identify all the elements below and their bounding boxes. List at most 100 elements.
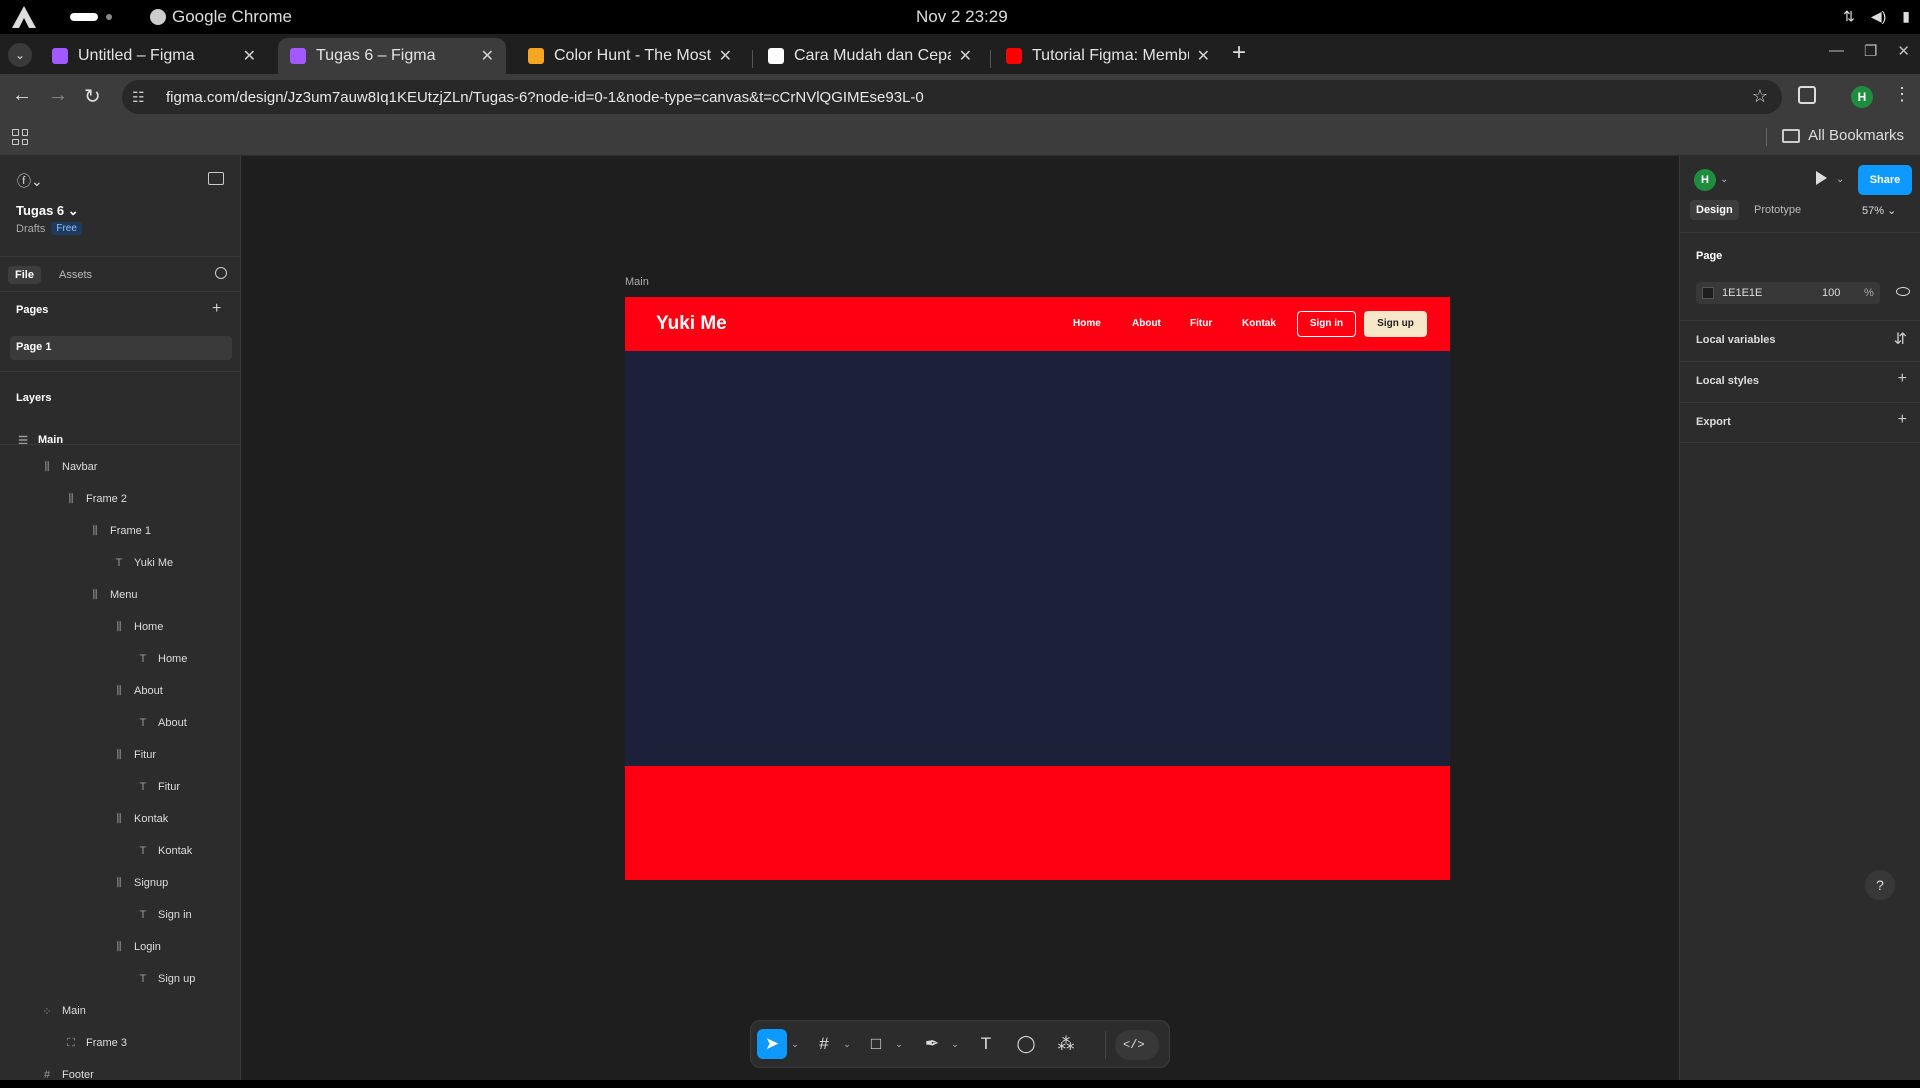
canvas[interactable]: Main Yuki Me Home About Fitur Kontak Sig… (242, 156, 1679, 1080)
move-tool-icon[interactable]: ➤ (757, 1029, 787, 1059)
url-text[interactable]: figma.com/design/Jz3um7auw8Iq1KEUtzjZLn/… (166, 89, 924, 106)
chevron-down-icon[interactable]: ⌄ (789, 1029, 801, 1059)
browser-tab[interactable]: Cara Mudah dan Cepat M ✕ (756, 38, 984, 74)
chevron-down-icon[interactable]: ⌄ (1720, 174, 1728, 185)
chevron-down-icon[interactable]: ⌄ (1836, 174, 1844, 185)
chevron-down-icon[interactable]: ⌄ (949, 1029, 961, 1059)
browser-tab[interactable]: Untitled – Figma ✕ (40, 38, 268, 74)
close-window-icon[interactable]: ✕ (1897, 42, 1910, 60)
layer-row[interactable]: T Sign up (136, 966, 196, 992)
forward-arrow-icon[interactable]: → (48, 84, 68, 107)
volume-icon[interactable]: ◀) (1871, 8, 1886, 25)
new-tab-plus-icon[interactable]: + (1232, 39, 1246, 67)
workspace-indicator[interactable] (70, 13, 98, 21)
layer-row[interactable]: ⛶ Frame 3 (64, 1030, 127, 1056)
user-avatar[interactable]: H (1694, 169, 1716, 191)
browser-tab[interactable]: Tutorial Figma: Membuat ✕ (994, 38, 1222, 74)
browser-tab[interactable]: Color Hunt - The Most Po ✕ (516, 38, 744, 74)
pen-tool-icon[interactable]: ✒ (917, 1029, 947, 1059)
page-item[interactable]: Page 1 (10, 336, 232, 360)
add-style-plus-icon[interactable]: + (1898, 370, 1907, 388)
layer-row[interactable]: T Home (136, 646, 188, 672)
tab-prototype[interactable]: Prototype (1748, 200, 1807, 220)
close-tab-icon[interactable]: ✕ (243, 46, 256, 66)
layer-row[interactable]: ☰ Main (16, 427, 63, 453)
local-styles-row[interactable]: Local styles + (1680, 361, 1920, 402)
tab-search-chevron-icon[interactable]: ⌄ (8, 43, 32, 67)
tab-design[interactable]: Design (1690, 200, 1739, 220)
tab-file[interactable]: File (8, 266, 41, 284)
page-fill-field[interactable]: 1E1E1E 100 % (1696, 282, 1880, 304)
layer-row[interactable]: # Footer (40, 1062, 94, 1088)
layer-row[interactable]: ⫼ Login (112, 934, 160, 960)
zoom-level[interactable]: 57% ⌄ (1862, 204, 1896, 217)
close-tab-icon[interactable]: ✕ (1197, 46, 1210, 66)
design-navbar[interactable]: Yuki Me Home About Fitur Kontak Sign in … (625, 297, 1450, 351)
restore-icon[interactable]: ❐ (1864, 42, 1877, 60)
minimize-icon[interactable]: — (1829, 42, 1844, 60)
layer-row[interactable]: ⫼ Menu (88, 582, 137, 608)
address-bar[interactable]: ☷ figma.com/design/Jz3um7auw8Iq1KEUtzjZL… (122, 80, 1782, 114)
arch-logo-icon[interactable] (12, 6, 36, 28)
text-tool-icon[interactable]: T (971, 1029, 1001, 1059)
layer-row[interactable]: T Yuki Me (112, 550, 174, 576)
local-variables-row[interactable]: Local variables ⇵ (1680, 320, 1920, 361)
workspace-dot[interactable] (106, 14, 112, 20)
close-tab-icon[interactable]: ✕ (959, 46, 972, 66)
layer-row[interactable]: ⫼ Frame 1 (88, 518, 151, 544)
clock[interactable]: Nov 2 23:29 (916, 7, 1008, 27)
extensions-puzzle-icon[interactable] (1798, 86, 1816, 104)
design-sign-up-button[interactable]: Sign up (1364, 311, 1427, 337)
export-row[interactable]: Export + (1680, 402, 1920, 443)
actions-tool-icon[interactable]: ⁂ (1051, 1029, 1081, 1059)
battery-icon[interactable]: ▮ (1902, 8, 1910, 25)
design-menu-kontak[interactable]: Kontak (1242, 318, 1276, 329)
design-menu-home[interactable]: Home (1073, 318, 1101, 329)
layer-row[interactable]: T About (136, 710, 187, 736)
all-bookmarks-button[interactable]: All Bookmarks (1782, 127, 1904, 144)
system-tray[interactable]: ⇅ ◀) ▮ (1843, 8, 1910, 25)
design-sign-in-button[interactable]: Sign in (1297, 311, 1356, 337)
layer-row[interactable]: ⫼ Fitur (112, 742, 156, 768)
tab-assets[interactable]: Assets (52, 266, 99, 284)
share-button[interactable]: Share (1858, 165, 1912, 195)
comment-tool-icon[interactable]: ◯ (1011, 1029, 1041, 1059)
main-frame[interactable]: Yuki Me Home About Fitur Kontak Sign in … (625, 297, 1450, 880)
frame-label[interactable]: Main (625, 276, 649, 288)
variables-settings-icon[interactable]: ⇵ (1894, 329, 1907, 349)
layer-row[interactable]: ⫼ Home (112, 614, 163, 640)
close-tab-icon[interactable]: ✕ (481, 46, 494, 66)
layer-row[interactable]: ⫼ About (112, 678, 162, 704)
chevron-down-icon[interactable]: ⌄ (893, 1029, 905, 1059)
help-button[interactable]: ? (1865, 870, 1895, 900)
frame-tool-icon[interactable]: # (809, 1029, 839, 1059)
profile-avatar[interactable]: H (1851, 86, 1873, 108)
figma-main-menu-icon[interactable]: ⓕ⌄ (17, 171, 43, 191)
reload-icon[interactable]: ↻ (84, 84, 101, 109)
add-page-icon[interactable]: + (212, 300, 221, 318)
layer-row[interactable]: ⫼ Kontak (112, 806, 168, 832)
add-export-plus-icon[interactable]: + (1898, 411, 1907, 429)
design-menu-fitur[interactable]: Fitur (1190, 318, 1212, 329)
back-arrow-icon[interactable]: ← (12, 84, 32, 107)
design-brand[interactable]: Yuki Me (656, 313, 727, 335)
layer-row[interactable]: T Sign in (136, 902, 192, 928)
layer-row[interactable]: ⁘ Main (40, 998, 85, 1024)
browser-tab-active[interactable]: Tugas 6 – Figma ✕ (278, 38, 506, 74)
site-info-icon[interactable]: ☷ (132, 89, 152, 106)
visibility-eye-icon[interactable] (1896, 287, 1910, 296)
layer-row[interactable]: T Fitur (136, 774, 180, 800)
apps-grid-icon[interactable] (12, 129, 28, 145)
layer-row[interactable]: ⫼ Frame 2 (64, 486, 127, 512)
present-play-icon[interactable] (1816, 171, 1827, 185)
design-footer[interactable] (625, 766, 1450, 880)
layer-row[interactable]: ⫼ Signup (112, 870, 168, 896)
dev-mode-toggle-icon[interactable]: </> (1115, 1030, 1159, 1060)
rectangle-tool-icon[interactable]: □ (861, 1029, 891, 1059)
network-icon[interactable]: ⇅ (1843, 8, 1855, 25)
panel-toggle-icon[interactable] (208, 172, 224, 185)
chrome-menu-icon[interactable]: ⋮ (1893, 84, 1911, 105)
close-tab-icon[interactable]: ✕ (719, 46, 732, 66)
chevron-down-icon[interactable]: ⌄ (841, 1029, 853, 1059)
bookmark-star-icon[interactable]: ☆ (1752, 86, 1768, 107)
